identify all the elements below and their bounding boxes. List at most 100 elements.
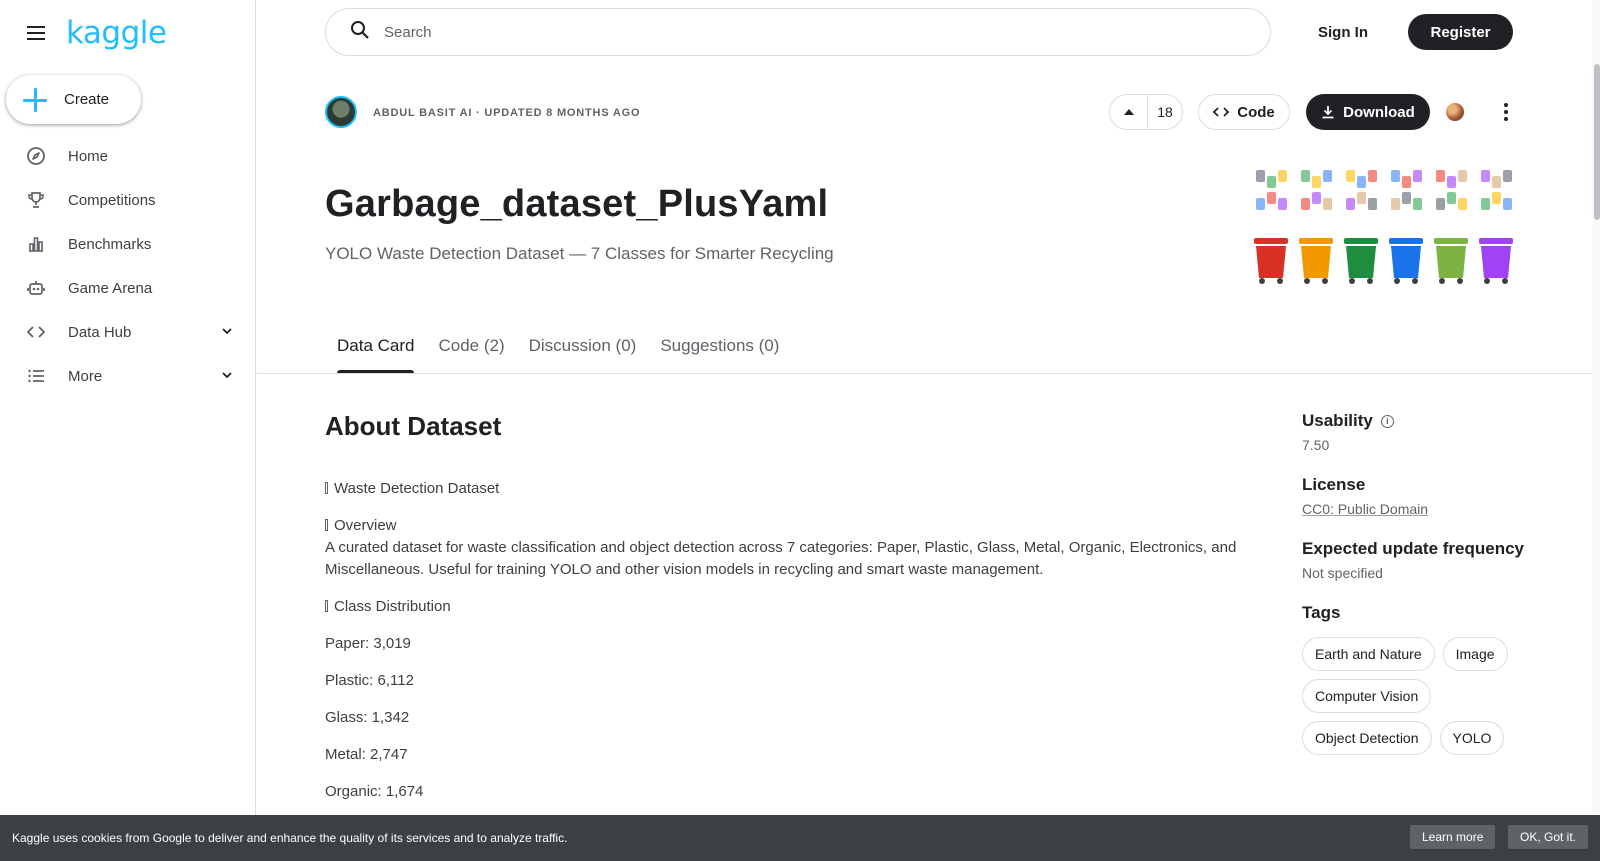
sidebar-item-game-arena[interactable]: Game Arena (0, 266, 256, 310)
waste-item (1346, 198, 1355, 210)
class-count: Organic: 1,674 (325, 783, 424, 800)
waste-item (1413, 170, 1422, 182)
waste-item (1391, 170, 1400, 182)
menu-icon[interactable] (24, 21, 48, 45)
bin-wheel (1457, 278, 1463, 284)
search-icon (350, 20, 370, 45)
class-distribution-heading: Class Distribution (325, 596, 1245, 618)
waste-item (1447, 176, 1456, 188)
waste-item (1402, 176, 1411, 188)
tag-chip[interactable]: YOLO (1439, 721, 1505, 755)
waste-item (1503, 170, 1512, 182)
waste-item (1481, 170, 1490, 182)
create-label: Create (64, 91, 110, 108)
sidebar-header: kaggle (24, 16, 167, 50)
tag-chip[interactable]: Earth and Nature (1302, 637, 1435, 671)
waste-item (1402, 192, 1411, 204)
sidebar-item-competitions[interactable]: Competitions (0, 178, 256, 222)
trophy-icon (26, 190, 46, 210)
usability-value: 7.50 (1302, 437, 1330, 453)
info-icon[interactable]: i (1380, 414, 1394, 428)
waste-item (1413, 198, 1422, 210)
sidebar-item-label: Game Arena (68, 279, 153, 297)
code-icon (1213, 107, 1230, 117)
tab-data-card[interactable]: Data Card (325, 336, 426, 374)
sidebar-item-data-hub[interactable]: Data Hub (0, 310, 256, 354)
bin-wheel (1304, 278, 1310, 284)
bin-lid (1344, 238, 1378, 244)
bin-wheel (1502, 278, 1508, 284)
bin-lid (1299, 238, 1333, 244)
sidebar-item-more[interactable]: More (0, 354, 256, 398)
vote-count[interactable]: 18 (1148, 104, 1182, 120)
waste-item (1458, 198, 1467, 210)
recycling-bin (1481, 246, 1511, 278)
tab-discussion[interactable]: Discussion (0) (517, 336, 649, 372)
sidebar-item-benchmarks[interactable]: Benchmarks (0, 222, 256, 266)
tag-chip[interactable]: Image (1442, 637, 1508, 671)
tags-heading: Tags (1302, 603, 1341, 622)
sidebar-item-label: Home (68, 147, 109, 165)
learn-more-button[interactable]: Learn more (1410, 825, 1496, 849)
emoji-placeholder-icon (325, 519, 328, 531)
bin-wheel (1367, 278, 1373, 284)
scrollbar-thumb[interactable] (1594, 64, 1600, 220)
waste-item (1323, 170, 1332, 182)
tab-suggestions[interactable]: Suggestions (0) (648, 336, 791, 372)
tag-chip[interactable]: Computer Vision (1302, 679, 1432, 713)
tab-code[interactable]: Code (2) (426, 336, 516, 372)
bin-wheel (1259, 278, 1265, 284)
author-updated-line[interactable]: ABDUL BASIT AI · UPDATED 8 MONTHS AGO (373, 107, 640, 119)
waste-item (1481, 198, 1490, 210)
about-dataset-heading: About Dataset (325, 411, 502, 441)
avatar[interactable] (325, 96, 357, 128)
waste-item (1492, 176, 1501, 188)
sidebar-nav: Home Competitions Benchmarks Game Arena … (0, 134, 256, 398)
page-subtitle: YOLO Waste Detection Dataset — 7 Classes… (325, 244, 834, 263)
waste-item (1458, 170, 1467, 182)
license-heading: License (1302, 475, 1366, 494)
code-icon (26, 322, 46, 342)
upvote-button[interactable] (1110, 95, 1148, 129)
bin-wheel (1394, 278, 1400, 284)
download-button-label: Download (1343, 103, 1415, 121)
sign-in-button[interactable]: Sign In (1300, 15, 1386, 49)
waste-item (1278, 198, 1287, 210)
tag-chip[interactable]: Object Detection (1302, 721, 1432, 755)
description-heading: Waste Detection Dataset (325, 478, 1245, 500)
chevron-down-icon[interactable] (220, 368, 234, 382)
waste-item (1391, 198, 1400, 210)
search-bar[interactable] (325, 8, 1271, 56)
bin-lid (1434, 238, 1468, 244)
waste-item (1492, 192, 1501, 204)
register-button[interactable]: Register (1408, 14, 1513, 50)
class-count: Glass: 1,342 (325, 709, 410, 726)
recycling-bin (1256, 246, 1286, 278)
code-button[interactable]: Code (1198, 94, 1290, 130)
waste-item (1301, 170, 1310, 182)
accept-cookies-button[interactable]: OK, Got it. (1508, 825, 1589, 849)
search-input[interactable] (384, 23, 1204, 41)
kaggle-logo[interactable]: kaggle (66, 17, 167, 49)
cookie-banner: Kaggle uses cookies from Google to deliv… (0, 815, 1600, 861)
upvote-widget: 18 (1109, 94, 1183, 130)
bin-wheel (1322, 278, 1328, 284)
bar-chart-icon (26, 234, 46, 254)
download-button[interactable]: Download (1306, 94, 1430, 130)
waste-item (1256, 198, 1265, 210)
chevron-down-icon[interactable] (220, 324, 234, 338)
class-count: Metal: 2,747 (325, 746, 408, 763)
create-button[interactable]: Create (6, 75, 141, 124)
license-link[interactable]: CC0: Public Domain (1302, 501, 1428, 517)
bin-wheel (1439, 278, 1445, 284)
sidebar-item-home[interactable]: Home (0, 134, 256, 178)
sidebar-item-label: More (68, 367, 103, 385)
sidebar-item-label: Benchmarks (68, 235, 152, 253)
recycling-bin (1346, 246, 1376, 278)
tab-bar: Data Card Code (2) Discussion (0) Sugges… (325, 336, 791, 374)
emoji-placeholder-icon (325, 600, 328, 612)
more-options-icon[interactable] (1494, 100, 1518, 124)
list-icon (26, 366, 46, 386)
bin-lid (1389, 238, 1423, 244)
bin-lid (1254, 238, 1288, 244)
